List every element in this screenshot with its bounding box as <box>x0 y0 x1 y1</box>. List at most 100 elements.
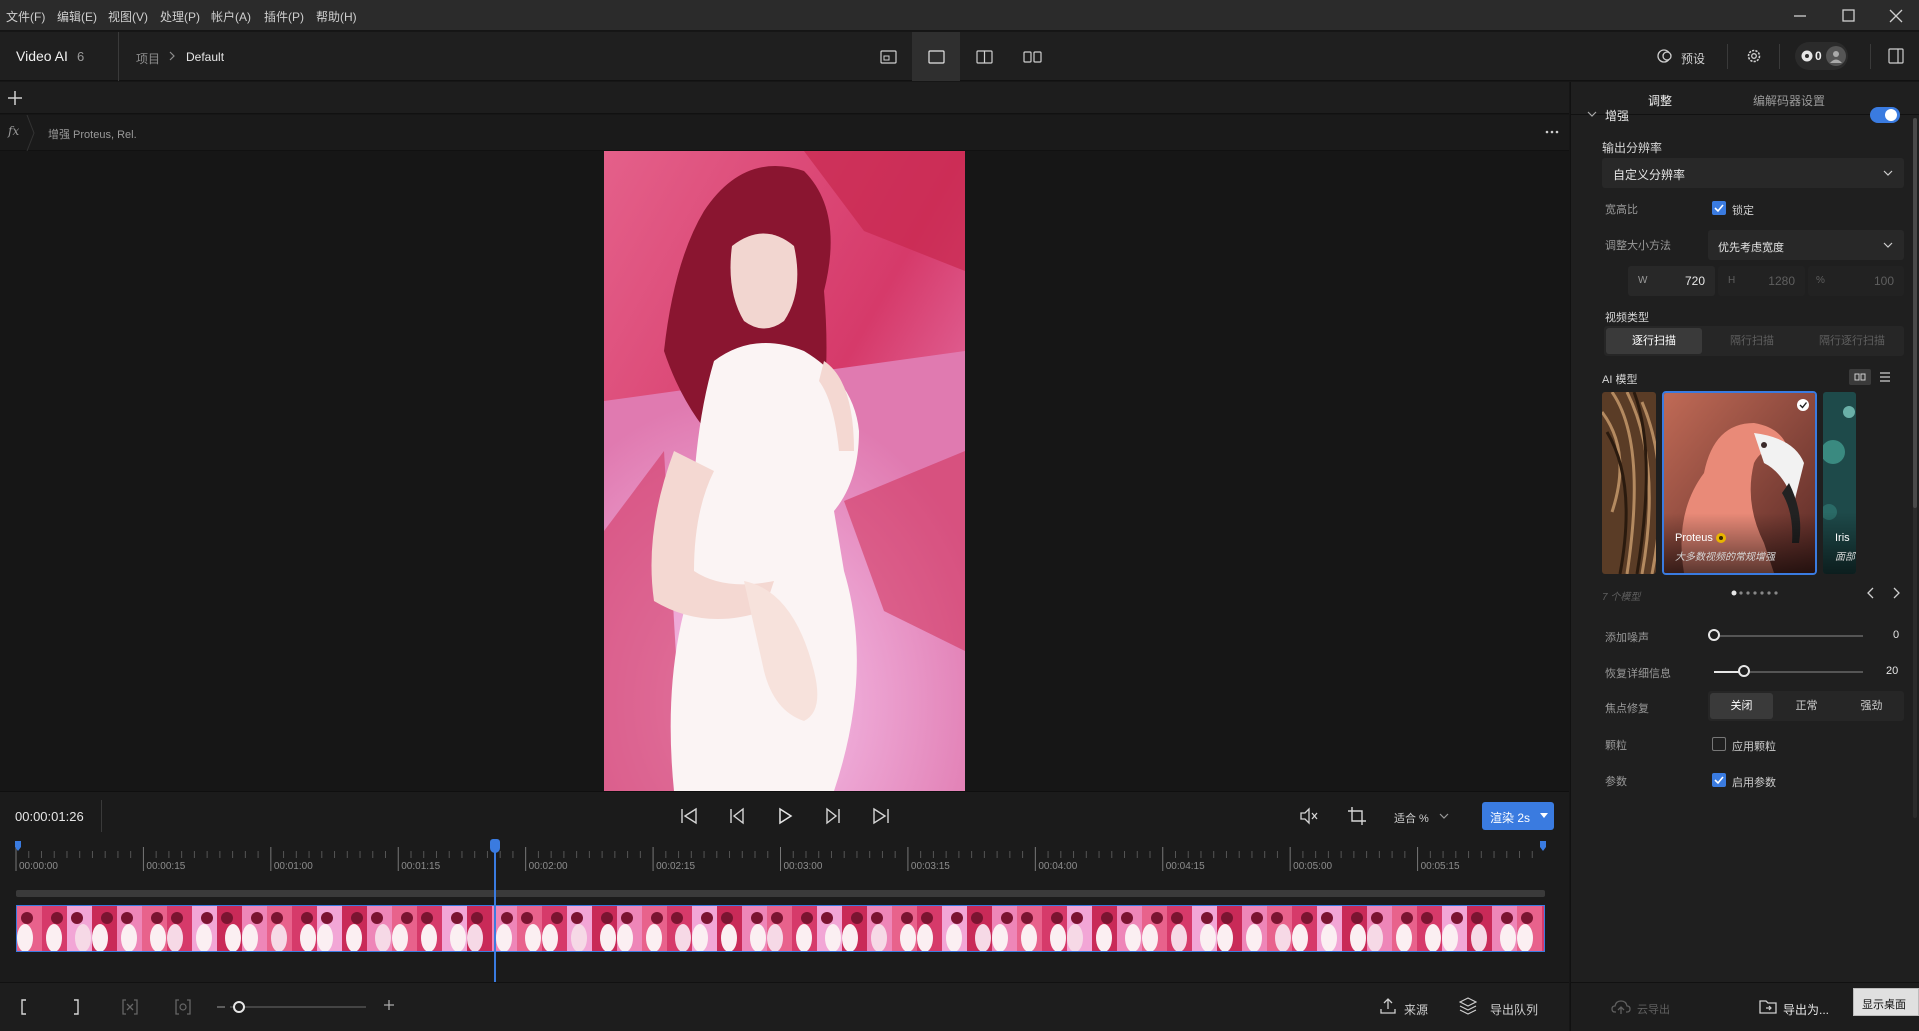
minimize-icon[interactable] <box>1780 4 1820 28</box>
menu-file[interactable]: 文件(F) <box>6 8 45 25</box>
percent-field[interactable]: % 100 <box>1808 266 1904 296</box>
playhead-handle[interactable] <box>489 839 500 853</box>
video-frame[interactable] <box>604 151 965 791</box>
chevron-right-icon[interactable] <box>1890 586 1902 600</box>
params-checkbox[interactable] <box>1712 773 1726 787</box>
ai-model-label: AI 模型 <box>1602 374 1638 386</box>
output-res-select[interactable]: 自定义分辨率 <box>1602 158 1904 188</box>
show-desktop-button[interactable]: 显示桌面 <box>1853 988 1919 1016</box>
source-button[interactable]: 来源 <box>1404 1001 1428 1018</box>
focus-fix-off[interactable]: 关闭 <box>1710 693 1773 719</box>
zoom-out-icon[interactable] <box>216 1005 226 1009</box>
step-forward-icon[interactable] <box>823 806 843 826</box>
menu-plugins[interactable]: 插件(P) <box>264 8 304 25</box>
menu-account[interactable]: 帐户(A) <box>211 8 251 25</box>
crop-icon[interactable] <box>1347 806 1367 826</box>
focus-fix-selector[interactable]: 关闭 正常 强劲 <box>1708 691 1904 721</box>
thumbnail-frame <box>92 906 117 951</box>
breadcrumb-current[interactable]: Default <box>186 50 224 64</box>
credits-badge[interactable]: 0 <box>1795 42 1848 70</box>
cloud-export-button[interactable]: 云导出 <box>1637 1001 1670 1017</box>
view-split-icon[interactable] <box>960 32 1008 81</box>
add-icon[interactable] <box>6 89 24 107</box>
model-card-iris[interactable]: Iris 面部 <box>1823 392 1856 574</box>
mark-in-icon[interactable] <box>18 998 32 1016</box>
gear-icon[interactable] <box>1745 47 1763 65</box>
maximize-icon[interactable] <box>1828 4 1868 28</box>
focus-fix-strong[interactable]: 强劲 <box>1840 691 1903 721</box>
recover-detail-knob[interactable] <box>1737 665 1750 677</box>
grid-view-icon[interactable] <box>1849 369 1871 385</box>
video-type-interlaced[interactable]: 隔行扫描 <box>1704 326 1800 356</box>
collapse-chevron-icon[interactable] <box>1586 109 1598 119</box>
output-res-value: 自定义分辨率 <box>1613 168 1686 182</box>
transport-bar: 00:00:01:26 适合 % 渲染 2s <box>0 791 1569 839</box>
mark-out-icon[interactable] <box>70 998 84 1016</box>
grain-checkbox[interactable] <box>1712 737 1726 751</box>
close-icon[interactable] <box>1876 4 1916 28</box>
carousel-dots[interactable] <box>1730 590 1790 596</box>
add-noise-knob[interactable] <box>1708 629 1720 641</box>
lock-checkbox[interactable] <box>1712 201 1726 215</box>
width-field[interactable]: W 720 <box>1628 266 1715 296</box>
folder-export-icon[interactable] <box>1759 998 1777 1014</box>
export-as-button[interactable]: 导出为... <box>1783 1001 1829 1018</box>
zoom-fit-icon[interactable] <box>174 998 192 1016</box>
timeline-zoom-slider[interactable] <box>230 1006 366 1008</box>
play-icon[interactable] <box>775 806 795 826</box>
step-back-icon[interactable] <box>727 806 747 826</box>
skip-to-start-icon[interactable] <box>679 806 699 826</box>
breadcrumb-root[interactable]: 项目 <box>136 50 160 67</box>
view-side-by-side-icon[interactable] <box>1008 32 1056 81</box>
menu-help[interactable]: 帮助(H) <box>316 8 357 25</box>
model-card-prev[interactable] <box>1602 392 1656 574</box>
fx-icon[interactable]: fx <box>8 124 19 138</box>
panel-scrollbar[interactable] <box>1913 118 1917 818</box>
layers-icon[interactable] <box>1459 996 1477 1016</box>
focus-fix-normal[interactable]: 正常 <box>1775 691 1838 721</box>
preset-icon[interactable] <box>1656 47 1674 65</box>
export-queue-button[interactable]: 导出队列 <box>1490 1001 1538 1018</box>
zoom-select[interactable]: 适合 % <box>1394 810 1429 826</box>
range-marker[interactable] <box>1540 841 1546 851</box>
thumbnail-frame <box>1417 906 1442 951</box>
model-card-proteus[interactable]: Proteus 大多数视频的常规增强 <box>1662 391 1817 575</box>
timeline-zoom-knob[interactable] <box>233 1001 245 1013</box>
add-noise-slider[interactable] <box>1714 635 1863 637</box>
mute-icon[interactable] <box>1299 807 1319 825</box>
height-field[interactable]: H 1280 <box>1718 266 1805 296</box>
chevron-down-icon[interactable] <box>1438 811 1450 821</box>
enhance-toggle[interactable] <box>1870 107 1900 123</box>
tab-adjust[interactable]: 调整 <box>1648 92 1672 109</box>
menu-edit[interactable]: 编辑(E) <box>57 8 97 25</box>
thumbnail-frame <box>1117 906 1142 951</box>
video-type-progressive[interactable]: 逐行扫描 <box>1606 328 1702 354</box>
cloud-export-icon[interactable] <box>1611 998 1631 1016</box>
view-single-icon[interactable] <box>912 32 960 81</box>
video-type-interlaced-progressive[interactable]: 隔行逐行扫描 <box>1802 326 1902 356</box>
video-type-selector[interactable]: 逐行扫描 隔行扫描 隔行逐行扫描 <box>1604 326 1904 356</box>
timeline[interactable]: 00:00:00 00:00:15 00:01:00 00:01:15 00:02:00… <box>0 839 1569 982</box>
menu-view[interactable]: 视图(V) <box>108 8 148 25</box>
list-view-icon[interactable] <box>1877 369 1893 385</box>
menu-process[interactable]: 处理(P) <box>160 8 200 25</box>
params-check-label: 启用参数 <box>1732 777 1776 789</box>
clip-thumbnails[interactable] <box>16 905 1545 952</box>
panel-toggle-icon[interactable] <box>1887 46 1905 66</box>
skip-to-end-icon[interactable] <box>871 806 891 826</box>
timecode[interactable]: 00:00:01:26 <box>15 809 84 824</box>
resize-select[interactable]: 优先考虑宽度 <box>1708 230 1904 260</box>
zoom-in-icon[interactable] <box>382 998 396 1012</box>
tab-codec[interactable]: 编解码器设置 <box>1753 92 1825 109</box>
more-options-icon[interactable] <box>1542 126 1562 138</box>
tick-label: 00:03:00 <box>783 861 823 872</box>
view-original-icon[interactable] <box>864 32 912 81</box>
avatar[interactable] <box>1826 46 1846 66</box>
effect-summary[interactable]: 增强 Proteus, Rel. <box>48 126 137 142</box>
preset-button[interactable]: 预设 <box>1681 50 1705 67</box>
chevron-left-icon[interactable] <box>1865 586 1877 600</box>
playhead[interactable] <box>489 839 500 982</box>
clear-marks-icon[interactable] <box>121 998 139 1016</box>
render-button[interactable]: 渲染 2s <box>1482 802 1554 830</box>
upload-icon[interactable] <box>1379 997 1397 1015</box>
